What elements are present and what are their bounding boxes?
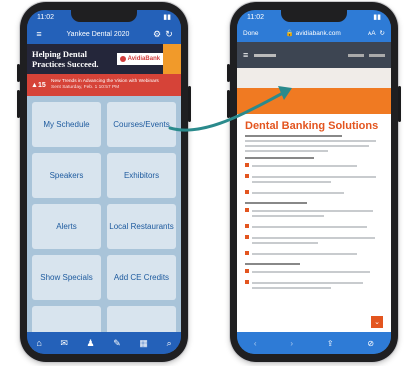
tile-add-ce-credits[interactable]: Add CE Credits	[107, 255, 176, 300]
lock-icon: 🔒	[285, 30, 294, 37]
share-icon[interactable]: ⇪	[327, 339, 334, 348]
list-item	[245, 234, 383, 247]
battery-icon: ▮▮	[163, 14, 171, 21]
left-phone: 11:02 ▮▮ ≡ Yankee Dental 2020 ⚙ ↻ Helpin…	[17, 2, 191, 362]
tile-speakers[interactable]: Speakers	[32, 153, 101, 198]
tile-exhibitors[interactable]: Exhibitors	[107, 153, 176, 198]
list-item	[245, 173, 383, 186]
status-time: 11:02	[247, 13, 264, 21]
app-title: Yankee Dental 2020	[66, 30, 130, 38]
ticket-icon[interactable]: ✉	[60, 338, 68, 349]
refresh-icon[interactable]: ↻	[163, 29, 175, 40]
list-item	[245, 268, 383, 276]
chat-icon[interactable]: ✎	[113, 338, 121, 349]
list-item	[245, 223, 383, 231]
sponsor-banner[interactable]: Helping Dental Practices Succeed. Avidia…	[27, 44, 181, 74]
status-time: 11:02	[37, 13, 54, 21]
alert-bar[interactable]: ▲15 New Trends in Advancing the Vision w…	[27, 74, 181, 96]
list-item	[245, 189, 383, 197]
alert-count: ▲15	[31, 81, 46, 89]
logo-mark-icon	[119, 56, 126, 62]
banner-badge	[163, 44, 181, 74]
sponsor-logo-text: AvidiaBank	[127, 56, 161, 62]
page-content: Dental Banking Solutions	[237, 114, 391, 332]
right-screen: 11:02 ▮▮ Done 🔒 avidiabank.com ᴀA ↻ ≡ De…	[237, 10, 391, 354]
nav-item-1[interactable]	[348, 53, 364, 57]
forward-icon[interactable]: ›	[290, 339, 293, 348]
browser-header: Done 🔒 avidiabank.com ᴀA ↻	[237, 24, 391, 42]
search-icon[interactable]: ⌕	[167, 338, 172, 349]
back-icon[interactable]: ‹	[254, 339, 257, 348]
list-item	[245, 279, 383, 292]
bottom-tab-bar: ⌂ ✉ ♟ ✎ ▦ ⌕	[27, 332, 181, 354]
url-bar[interactable]: 🔒 avidiabank.com	[259, 29, 368, 37]
done-button[interactable]: Done	[243, 30, 259, 37]
list-item	[245, 207, 383, 220]
text-size-icon[interactable]: ᴀA	[368, 30, 376, 37]
sponsor-logo: AvidiaBank	[116, 53, 164, 65]
person-icon[interactable]: ♟	[87, 338, 95, 349]
site-nav: ≡	[237, 42, 391, 68]
reload-icon[interactable]: ↻	[380, 29, 385, 37]
home-tile-grid: My Schedule Courses/Events Speakers Exhi…	[27, 96, 181, 351]
tile-local-restaurants[interactable]: Local Restaurants	[107, 204, 176, 249]
browser-toolbar: ‹ › ⇪ ⊘	[237, 332, 391, 354]
url-text: avidiabank.com	[295, 30, 341, 37]
battery-icon: ▮▮	[373, 14, 381, 21]
home-icon[interactable]: ⌂	[36, 338, 41, 348]
tile-alerts[interactable]: Alerts	[32, 204, 101, 249]
tile-show-specials[interactable]: Show Specials	[32, 255, 101, 300]
list-item	[245, 250, 383, 258]
app-header: ≡ Yankee Dental 2020 ⚙ ↻	[27, 24, 181, 44]
scroll-down-button[interactable]: ⌄	[371, 316, 383, 328]
banner-headline: Helping Dental Practices Succeed.	[32, 49, 99, 69]
alert-count-number: 15	[37, 81, 46, 89]
right-phone: 11:02 ▮▮ Done 🔒 avidiabank.com ᴀA ↻ ≡ De…	[227, 2, 401, 362]
menu-icon[interactable]: ≡	[33, 29, 45, 39]
hamburger-icon[interactable]: ≡	[243, 50, 248, 60]
alert-subtext: Sent Saturday, Feb. 1 10:57 PM	[51, 85, 120, 90]
nav-item-2[interactable]	[369, 53, 385, 57]
gear-icon[interactable]: ⚙	[151, 29, 163, 40]
site-logo	[254, 53, 277, 57]
page-heading: Dental Banking Solutions	[245, 120, 379, 132]
calendar-icon[interactable]: ▦	[139, 338, 148, 349]
tile-my-schedule[interactable]: My Schedule	[32, 102, 101, 147]
tile-courses-events[interactable]: Courses/Events	[107, 102, 176, 147]
left-screen: 11:02 ▮▮ ≡ Yankee Dental 2020 ⚙ ↻ Helpin…	[27, 10, 181, 354]
hero-orange-band	[237, 88, 391, 114]
hero-strip	[237, 68, 391, 88]
compass-icon[interactable]: ⊘	[367, 339, 374, 348]
list-item	[245, 162, 383, 170]
